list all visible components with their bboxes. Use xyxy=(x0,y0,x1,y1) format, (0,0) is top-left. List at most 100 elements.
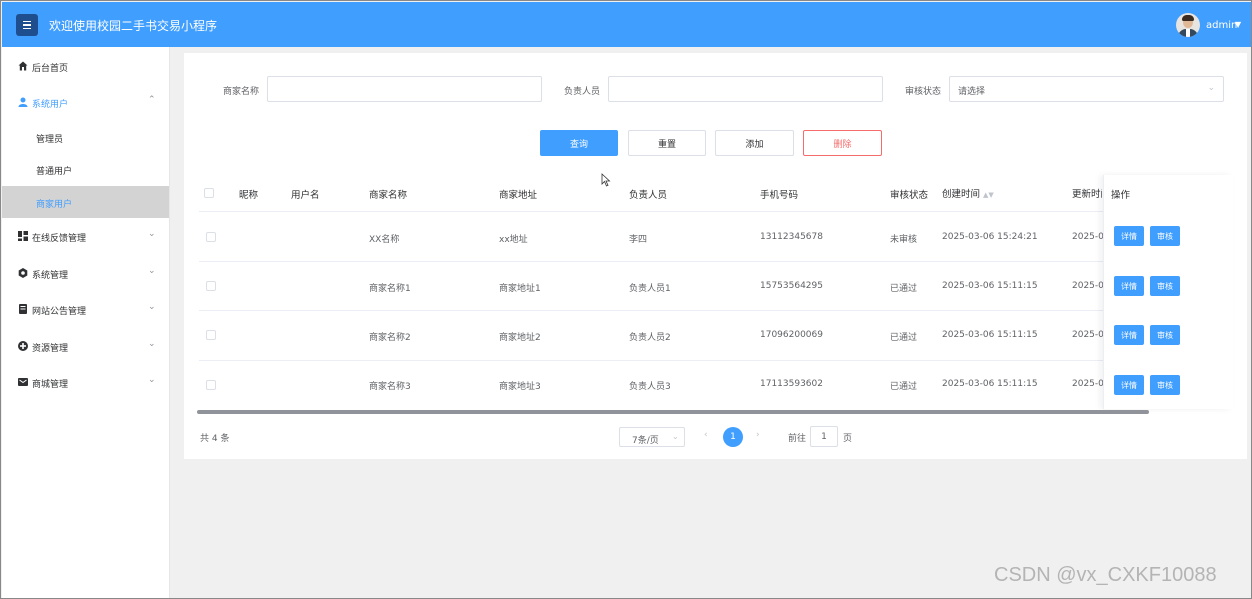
chevron-down-icon: ⌄ xyxy=(148,229,156,239)
sidebar-item-label: 资源管理 xyxy=(32,344,69,354)
sidebar-item-feedback[interactable]: 在线反馈管理 ⌄ xyxy=(2,221,169,253)
sidebar-item-label: 商城管理 xyxy=(32,380,69,390)
row-divider xyxy=(199,211,1233,212)
header-operations: 操作 xyxy=(1111,190,1131,201)
cell-manager: 李四 xyxy=(629,235,648,245)
manager-label: 负责人员 xyxy=(564,87,601,97)
chevron-down-icon: ⌄ xyxy=(148,302,156,312)
user-icon xyxy=(18,97,28,107)
query-button[interactable]: 查询 xyxy=(540,130,618,156)
top-header: 欢迎使用校园二手书交易小程序 admin ▼ xyxy=(2,2,1251,47)
cell-created-time: 2025-03-06 15:24:21 xyxy=(942,232,1038,242)
cell-merchant-name: XX名称 xyxy=(369,235,400,245)
row-checkbox[interactable] xyxy=(206,380,216,390)
row-checkbox[interactable] xyxy=(206,281,216,291)
sidebar-item-label: 后台首页 xyxy=(32,64,69,74)
sidebar: 后台首页 系统用户 ⌃ 管理员 普通用户 商家用户 在线反馈管理 ⌄ 系统管理 … xyxy=(2,47,170,598)
cell-updated-time: 2025-0 xyxy=(1072,232,1104,242)
row-checkbox[interactable] xyxy=(206,232,216,242)
watermark: CSDN @vx_CXKF10088 xyxy=(994,564,1217,586)
header-phone: 手机号码 xyxy=(760,190,799,201)
cell-manager: 负责人员1 xyxy=(629,284,671,294)
sidebar-subitem-label: 普通用户 xyxy=(36,167,73,177)
notice-icon xyxy=(19,304,27,314)
sidebar-item-mall[interactable]: 商城管理 ⌄ xyxy=(2,367,169,399)
sidebar-subitem-label: 管理员 xyxy=(36,135,64,145)
avatar[interactable] xyxy=(1176,13,1200,37)
audit-button[interactable]: 审核 xyxy=(1150,325,1180,345)
header-nickname: 昵称 xyxy=(239,190,259,201)
merchant-name-label: 商家名称 xyxy=(223,87,260,97)
sidebar-item-label: 系统用户 xyxy=(32,100,69,110)
select-all-checkbox[interactable] xyxy=(204,188,214,198)
sidebar-item-resources[interactable]: 资源管理 ⌄ xyxy=(2,331,169,363)
mail-icon xyxy=(18,378,28,386)
goto-page-input[interactable]: 1 xyxy=(810,426,838,447)
cell-audit-status: 已通过 xyxy=(890,284,918,294)
cell-audit-status: 未审核 xyxy=(890,235,918,245)
header-username: 用户名 xyxy=(291,190,320,201)
audit-status-select[interactable]: 请选择 ⌄ xyxy=(949,76,1224,102)
sidebar-item-label: 在线反馈管理 xyxy=(32,234,87,244)
detail-button[interactable]: 详情 xyxy=(1114,276,1144,296)
horizontal-scrollbar[interactable] xyxy=(197,410,1149,414)
cell-phone: 17113593602 xyxy=(760,379,823,389)
user-name[interactable]: admin xyxy=(1206,20,1237,31)
cell-created-time: 2025-03-06 15:11:15 xyxy=(942,379,1038,389)
page-size-select[interactable]: 7条/页 ⌄ xyxy=(619,427,685,447)
header-merchant-address: 商家地址 xyxy=(499,190,538,201)
chevron-up-icon: ⌃ xyxy=(148,95,156,105)
sidebar-subitem-normal-users[interactable]: 普通用户 xyxy=(2,153,169,185)
header-created-time[interactable]: 创建时间 ▲▼ xyxy=(942,186,994,200)
prev-page-icon[interactable]: ‹ xyxy=(704,430,708,440)
manager-input[interactable] xyxy=(608,76,883,102)
cell-merchant-name: 商家名称1 xyxy=(369,284,411,294)
audit-button[interactable]: 审核 xyxy=(1150,276,1180,296)
sort-icon[interactable]: ▲▼ xyxy=(983,191,994,199)
cell-audit-status: 已通过 xyxy=(890,333,918,343)
cell-created-time: 2025-03-06 15:11:15 xyxy=(942,281,1038,291)
detail-button[interactable]: 详情 xyxy=(1114,325,1144,345)
chevron-down-icon: ⌄ xyxy=(148,339,156,349)
cell-manager: 负责人员3 xyxy=(629,382,671,392)
add-button[interactable]: 添加 xyxy=(715,130,794,156)
cell-updated-time: 2025-0 xyxy=(1072,330,1104,340)
row-divider xyxy=(199,310,1233,311)
menu-toggle-icon[interactable] xyxy=(16,14,38,36)
cell-merchant-name: 商家名称3 xyxy=(369,382,411,392)
header-audit-status: 审核状态 xyxy=(890,190,929,201)
gear-icon xyxy=(18,268,28,278)
detail-button[interactable]: 详情 xyxy=(1114,226,1144,246)
audit-button[interactable]: 审核 xyxy=(1150,226,1180,246)
page-number-current[interactable]: 1 xyxy=(723,427,743,447)
audit-button[interactable]: 审核 xyxy=(1150,375,1180,395)
sidebar-subitem-label: 商家用户 xyxy=(36,200,73,210)
delete-button[interactable]: 删除 xyxy=(803,130,882,156)
cell-phone: 13112345678 xyxy=(760,232,823,242)
row-checkbox[interactable] xyxy=(206,330,216,340)
reset-button[interactable]: 重置 xyxy=(628,130,706,156)
chevron-down-icon: ⌄ xyxy=(148,266,156,276)
cell-phone: 17096200069 xyxy=(760,330,823,340)
mouse-cursor-icon xyxy=(601,173,611,187)
sidebar-item-announcements[interactable]: 网站公告管理 ⌄ xyxy=(2,294,169,326)
cell-audit-status: 已通过 xyxy=(890,382,918,392)
cell-merchant-address: 商家地址3 xyxy=(499,382,541,392)
sidebar-item-system-users[interactable]: 系统用户 ⌃ xyxy=(2,87,169,119)
cell-merchant-address: 商家地址1 xyxy=(499,284,541,294)
detail-button[interactable]: 详情 xyxy=(1114,375,1144,395)
audit-status-placeholder: 请选择 xyxy=(958,87,986,97)
sidebar-subitem-merchant-users[interactable]: 商家用户 xyxy=(2,186,169,218)
plus-circle-icon xyxy=(18,341,28,351)
cell-updated-time: 2025-0 xyxy=(1072,281,1104,291)
chevron-down-icon[interactable]: ▼ xyxy=(1235,20,1241,29)
next-page-icon[interactable]: › xyxy=(756,430,760,440)
row-divider xyxy=(199,261,1233,262)
merchant-name-input[interactable] xyxy=(267,76,542,102)
sidebar-item-home[interactable]: 后台首页 xyxy=(2,51,169,83)
sidebar-subitem-admins[interactable]: 管理员 xyxy=(2,121,169,153)
sidebar-item-label: 网站公告管理 xyxy=(32,307,87,317)
cell-merchant-address: xx地址 xyxy=(499,235,528,245)
header-created-time-label: 创建时间 xyxy=(942,189,981,200)
sidebar-item-system-management[interactable]: 系统管理 ⌄ xyxy=(2,258,169,290)
